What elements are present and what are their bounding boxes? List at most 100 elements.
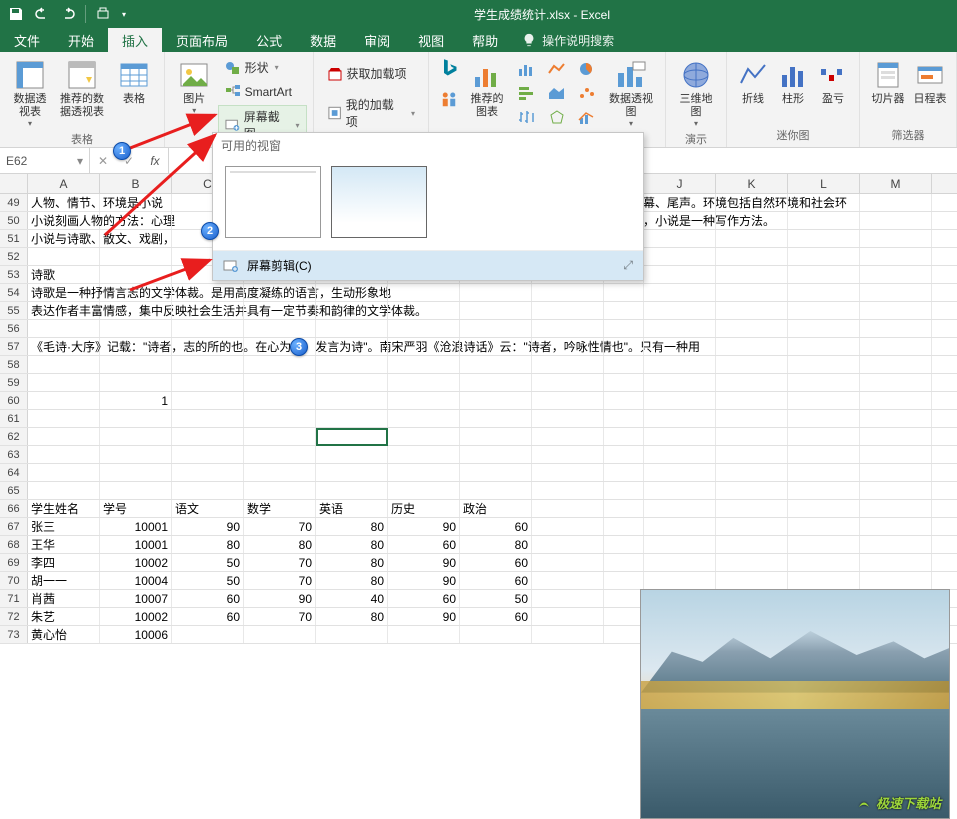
cell[interactable]: [172, 446, 244, 463]
cell[interactable]: 王华: [28, 536, 100, 553]
cell[interactable]: [244, 302, 316, 319]
cell[interactable]: 小说与诗歌、散文、戏剧，: [28, 230, 100, 247]
cell[interactable]: 80: [244, 536, 316, 553]
tab-insert[interactable]: 插入: [108, 28, 162, 52]
cell[interactable]: [604, 626, 644, 643]
cell[interactable]: [100, 248, 172, 265]
cell[interactable]: [644, 392, 716, 409]
cell[interactable]: [716, 536, 788, 553]
cell[interactable]: [860, 410, 932, 427]
cell[interactable]: 小说刻画人物的方法：心理: [28, 212, 100, 229]
cell[interactable]: [644, 266, 716, 283]
cell[interactable]: 90: [172, 518, 244, 535]
cell[interactable]: [172, 410, 244, 427]
cell[interactable]: [100, 266, 172, 283]
cell[interactable]: [644, 302, 716, 319]
cell[interactable]: [100, 464, 172, 481]
cell[interactable]: [788, 410, 860, 427]
cell[interactable]: [532, 302, 604, 319]
row-header[interactable]: 70: [0, 572, 28, 589]
cell[interactable]: [388, 428, 460, 445]
cell[interactable]: [788, 536, 860, 553]
cell-header[interactable]: 政治: [460, 500, 532, 517]
cell[interactable]: [604, 518, 644, 535]
tab-page-layout[interactable]: 页面布局: [162, 28, 242, 52]
cell[interactable]: 60: [388, 536, 460, 553]
cell[interactable]: [604, 482, 644, 499]
cell[interactable]: [788, 554, 860, 571]
cell[interactable]: [388, 302, 460, 319]
chart-line-icon[interactable]: [543, 58, 571, 80]
cell[interactable]: [172, 374, 244, 391]
cell[interactable]: [644, 482, 716, 499]
chart-column-icon[interactable]: [513, 58, 541, 80]
cell[interactable]: [244, 482, 316, 499]
pivot-table-button[interactable]: 数据透视表▾: [6, 56, 54, 129]
cell[interactable]: [460, 446, 532, 463]
cell[interactable]: [644, 572, 716, 589]
cell[interactable]: [604, 446, 644, 463]
cell[interactable]: [532, 446, 604, 463]
cell[interactable]: [860, 320, 932, 337]
cell-header[interactable]: 语文: [172, 500, 244, 517]
cell[interactable]: [460, 626, 532, 643]
cell[interactable]: [532, 338, 604, 355]
cell[interactable]: [532, 518, 604, 535]
cell[interactable]: [388, 464, 460, 481]
cell[interactable]: [100, 356, 172, 373]
cell[interactable]: [604, 392, 644, 409]
cell[interactable]: [316, 446, 388, 463]
cell[interactable]: [28, 428, 100, 445]
people-graph-icon[interactable]: [439, 90, 459, 110]
row-header[interactable]: 59: [0, 374, 28, 391]
cell[interactable]: 表达作者丰富情感，集中反映社会生活并具有一定节奏和韵律的文学体裁。: [28, 302, 100, 319]
cell[interactable]: [244, 392, 316, 409]
cell[interactable]: [316, 482, 388, 499]
cell[interactable]: [788, 320, 860, 337]
col-h-j[interactable]: J: [644, 174, 716, 193]
cell[interactable]: 诗歌: [28, 266, 100, 283]
cell[interactable]: [100, 284, 172, 301]
cell[interactable]: [644, 230, 716, 247]
cell[interactable]: [172, 626, 244, 643]
tab-formulas[interactable]: 公式: [242, 28, 296, 52]
tab-view[interactable]: 视图: [404, 28, 458, 52]
cell[interactable]: [716, 266, 788, 283]
cell[interactable]: [388, 284, 460, 301]
cell[interactable]: [316, 356, 388, 373]
cell[interactable]: [860, 338, 932, 355]
cell[interactable]: [860, 230, 932, 247]
cell[interactable]: 70: [244, 554, 316, 571]
cell[interactable]: [100, 230, 172, 247]
col-h-m[interactable]: M: [860, 174, 932, 193]
cell[interactable]: [716, 302, 788, 319]
cell[interactable]: [460, 392, 532, 409]
cell[interactable]: [644, 446, 716, 463]
cell[interactable]: 50: [460, 590, 532, 607]
cell[interactable]: [788, 464, 860, 481]
cell[interactable]: [716, 248, 788, 265]
cell[interactable]: [28, 446, 100, 463]
cell[interactable]: [532, 356, 604, 373]
col-h-a[interactable]: A: [28, 174, 100, 193]
tell-me-search[interactable]: 操作说明搜索: [512, 28, 624, 52]
pivot-chart-button[interactable]: 数据透视图▾: [603, 56, 659, 129]
cell[interactable]: [532, 482, 604, 499]
cell[interactable]: [716, 572, 788, 589]
cell[interactable]: 张三: [28, 518, 100, 535]
row-header[interactable]: 54: [0, 284, 28, 301]
tab-file[interactable]: 文件: [0, 28, 54, 52]
cell[interactable]: [644, 428, 716, 445]
cell[interactable]: [644, 518, 716, 535]
cell[interactable]: [28, 374, 100, 391]
cell[interactable]: 60: [388, 590, 460, 607]
cell[interactable]: [788, 392, 860, 409]
cell[interactable]: [388, 356, 460, 373]
cell[interactable]: [860, 392, 932, 409]
cell[interactable]: [716, 482, 788, 499]
cell[interactable]: [860, 428, 932, 445]
cell[interactable]: [172, 464, 244, 481]
cell[interactable]: [644, 320, 716, 337]
cell[interactable]: [388, 482, 460, 499]
cell[interactable]: 10001: [100, 536, 172, 553]
